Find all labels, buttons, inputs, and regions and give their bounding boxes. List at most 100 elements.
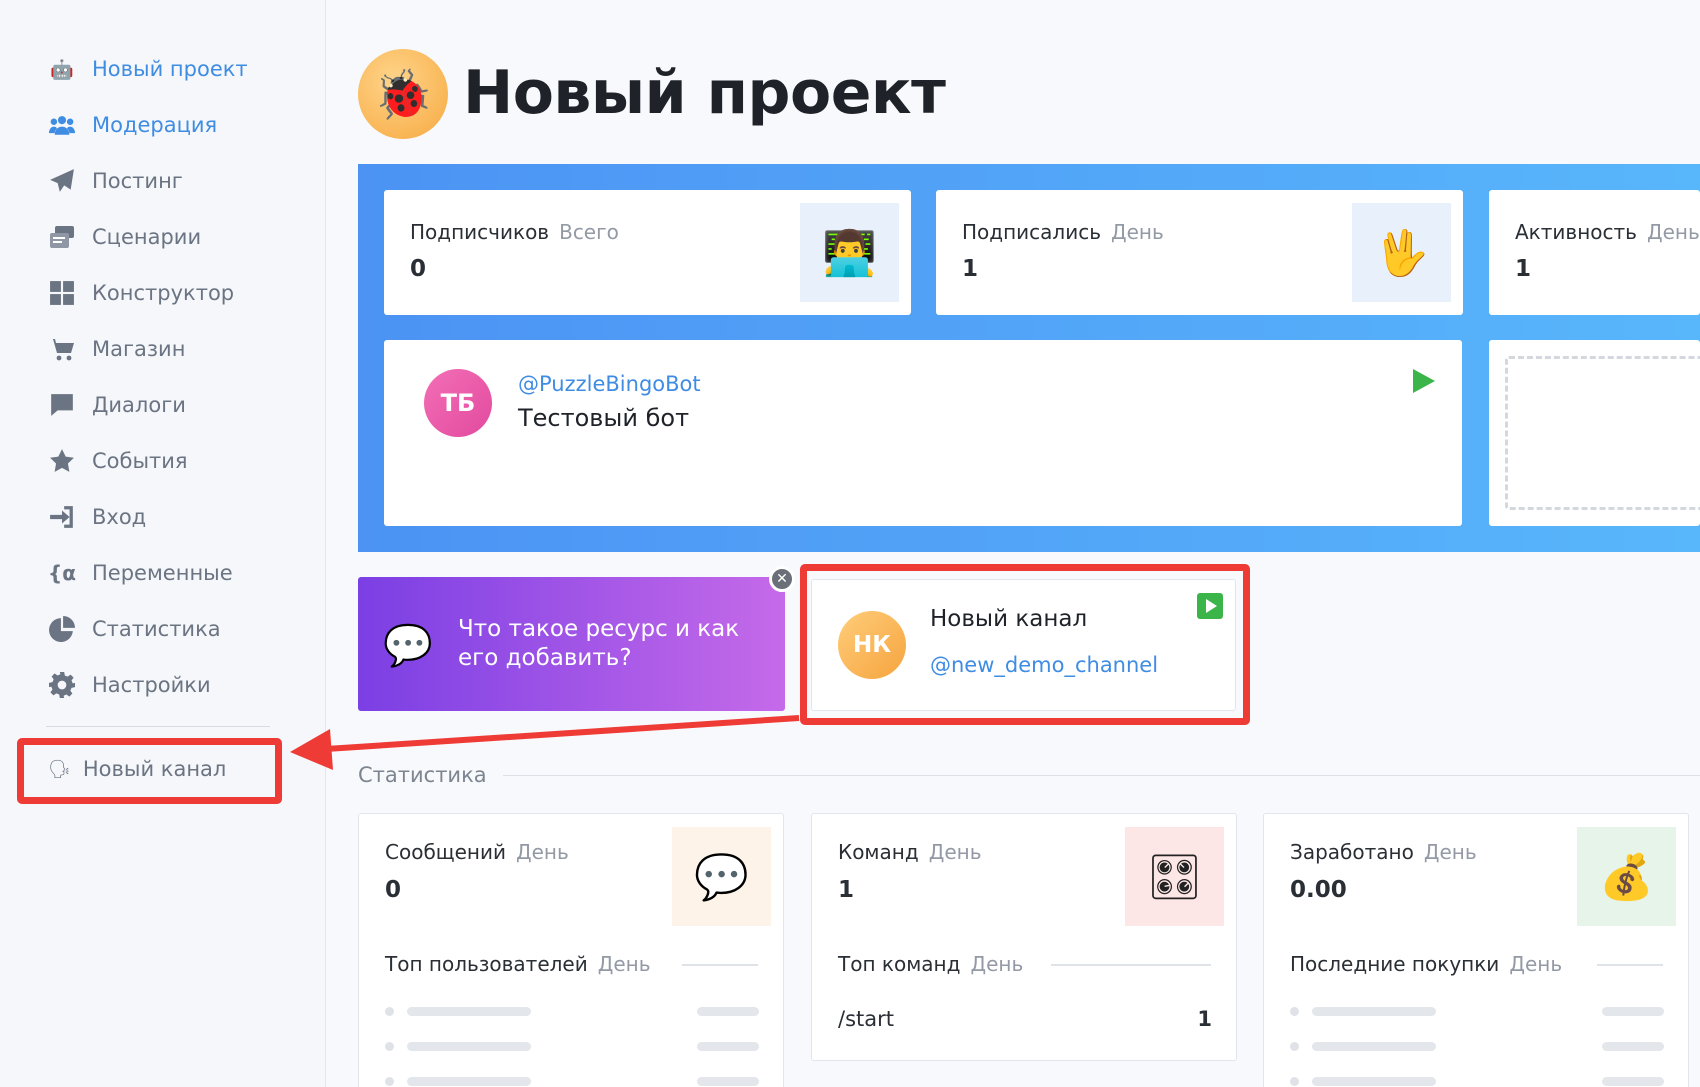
grid-icon	[48, 279, 76, 307]
play-icon[interactable]	[1197, 593, 1223, 619]
sidebar-item-label: Магазин	[92, 337, 186, 361]
sign-in-icon	[48, 503, 76, 531]
stat-label: Сообщений	[385, 840, 506, 864]
sub-label: Топ команд	[838, 952, 961, 976]
chat-icon	[48, 391, 76, 419]
stat-card-subscribed: Подписались День 1 🖖	[936, 190, 1463, 315]
stat-label: Подписались	[962, 220, 1101, 244]
play-icon[interactable]	[1413, 369, 1435, 393]
sidebar-item-label: Новый проект	[92, 57, 248, 81]
sidebar-item-statistics[interactable]: Статистика	[48, 609, 221, 649]
sidebar-item-settings[interactable]: Настройки	[48, 665, 211, 705]
sub-divider	[682, 964, 758, 966]
channel-card[interactable]: НК Новый канал @new_demo_channel	[811, 579, 1236, 711]
bot-card[interactable]: ТБ @PuzzleBingoBot Тестовый бот	[384, 340, 1462, 526]
control-knobs-icon: 🎛	[1125, 827, 1224, 926]
stat-label: Команд	[838, 840, 919, 864]
sub-label: Топ пользователей	[385, 952, 588, 976]
page-title: Новый проект	[463, 58, 946, 128]
variable-icon: {α	[48, 561, 76, 585]
sub-period: День	[1509, 952, 1563, 976]
stat-value: 0	[410, 256, 427, 282]
stat-value: 0.00	[1290, 877, 1347, 903]
stat-period: День	[1111, 220, 1164, 244]
sidebar-item-label: Статистика	[92, 617, 221, 641]
sidebar-item-dialogs[interactable]: Диалоги	[48, 385, 186, 425]
stat-period: День	[928, 840, 982, 864]
sidebar-channel-highlight	[17, 738, 282, 804]
gear-icon	[48, 671, 76, 699]
sidebar-item-label: События	[92, 449, 188, 473]
sidebar-item-events[interactable]: События	[48, 441, 188, 481]
sidebar-item-label: Переменные	[92, 561, 233, 585]
sidebar-item-label: Сценарии	[92, 225, 202, 249]
bot-name: Тестовый бот	[518, 404, 690, 432]
sidebar-item-moderation[interactable]: Модерация	[48, 105, 217, 145]
stat-label: Подписчиков	[410, 220, 550, 244]
stat-value: 1	[962, 256, 979, 282]
sidebar-item-variables[interactable]: {α Переменные	[48, 553, 233, 593]
add-bot-card[interactable]	[1489, 340, 1700, 526]
sidebar-item-label: Конструктор	[92, 281, 235, 305]
bot-avatar: ТБ	[424, 369, 492, 437]
sidebar-item-constructor[interactable]: Конструктор	[48, 273, 234, 313]
speech-bubble-icon: 💬	[672, 827, 771, 926]
sidebar-item-posting[interactable]: Постинг	[48, 161, 183, 201]
sub-period: День	[597, 952, 651, 976]
robot-icon: 🤖	[50, 58, 74, 81]
section-title-statistics: Статистика	[358, 763, 487, 787]
channel-name: Новый канал	[930, 606, 1088, 632]
sidebar-item-label: Постинг	[92, 169, 183, 193]
vulcan-salute-icon: 🖖	[1352, 203, 1451, 302]
pie-chart-icon	[48, 615, 76, 643]
cart-icon	[48, 335, 76, 363]
scenarios-icon	[48, 223, 76, 251]
sub-divider	[1597, 964, 1663, 966]
section-divider	[503, 775, 1700, 776]
skeleton-row	[1290, 1075, 1664, 1087]
sidebar-item-project[interactable]: 🤖 Новый проект	[48, 49, 248, 89]
stat-card-activity: Активность День 1	[1489, 190, 1700, 315]
sidebar-item-login[interactable]: Вход	[48, 497, 146, 537]
command-count: 1	[1197, 1007, 1212, 1031]
sidebar: 🤖 Новый проект Модерация Постинг Сценари…	[0, 0, 326, 1087]
sidebar-divider	[46, 726, 270, 727]
stat-period: День	[1423, 840, 1477, 864]
command-name: /start	[838, 1007, 894, 1031]
bot-handle[interactable]: @PuzzleBingoBot	[518, 372, 701, 396]
skeleton-row	[385, 1040, 759, 1052]
sidebar-item-shop[interactable]: Магазин	[48, 329, 185, 369]
stat-period: День	[516, 840, 569, 864]
speech-bubble-icon: 💬	[383, 622, 433, 669]
users-icon	[48, 111, 76, 139]
project-avatar[interactable]: 🐞	[358, 49, 448, 139]
close-icon[interactable]: ✕	[769, 566, 795, 592]
skeleton-row	[1290, 1005, 1664, 1017]
promo-text: Что такое ресурс и как его добавить?	[458, 616, 740, 671]
sidebar-item-label: Вход	[92, 505, 147, 529]
stat-value: 1	[1515, 256, 1532, 282]
stat-card-messages: Сообщений День 0 💬 Топ пользователей День	[358, 813, 784, 1087]
stat-card-earned: Заработано День 0.00 💰 Последние покупки Д…	[1263, 813, 1689, 1087]
star-icon	[48, 447, 76, 475]
sub-label: Последние покупки	[1290, 952, 1500, 976]
skeleton-row	[1290, 1040, 1664, 1052]
technologist-icon: 👨‍💻	[800, 203, 899, 302]
skeleton-row	[385, 1005, 759, 1017]
sub-divider	[1051, 964, 1211, 966]
stat-label: Заработано	[1290, 840, 1414, 864]
sidebar-item-scenarios[interactable]: Сценарии	[48, 217, 201, 257]
stat-value: 1	[838, 877, 855, 903]
stat-label: Активность	[1515, 220, 1637, 244]
sidebar-item-label: Модерация	[92, 113, 218, 137]
stat-card-commands: Команд День 1 🎛 Топ команд День /start 1	[811, 813, 1237, 1061]
channel-handle[interactable]: @new_demo_channel	[930, 653, 1158, 677]
skeleton-row	[385, 1075, 759, 1087]
add-bot-placeholder	[1505, 356, 1700, 510]
command-row: /start 1	[838, 1007, 1212, 1031]
channel-avatar: НК	[838, 611, 906, 679]
stat-period: Всего	[559, 220, 619, 244]
paper-plane-icon	[48, 167, 76, 195]
promo-banner[interactable]: 💬 Что такое ресурс и как его добавить?	[358, 577, 785, 711]
stat-value: 0	[385, 877, 402, 903]
